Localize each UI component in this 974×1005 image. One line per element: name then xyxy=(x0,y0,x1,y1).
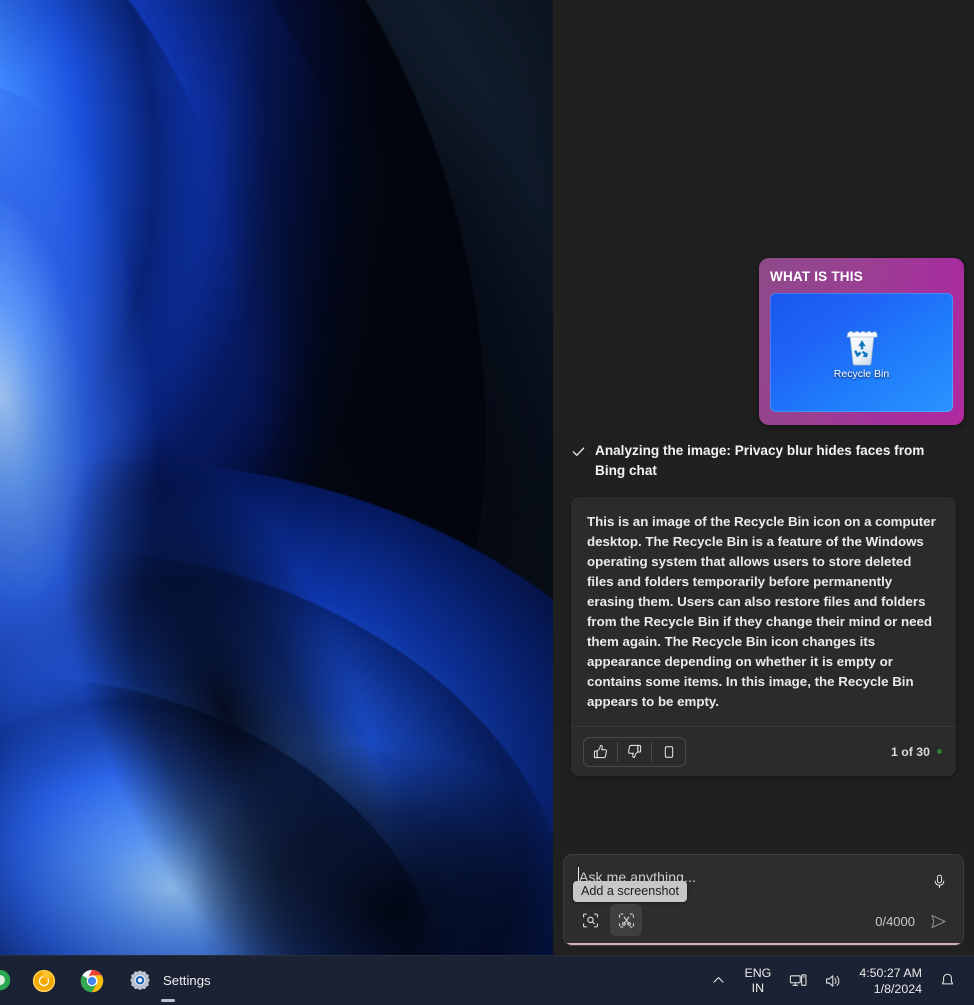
taskbar-item-chrome[interactable] xyxy=(68,956,116,1005)
language-region: IN xyxy=(744,981,771,996)
send-icon xyxy=(929,912,948,931)
composer-box[interactable]: Ask me anything... Add a screenshot xyxy=(563,854,964,946)
character-counter: 0/4000 xyxy=(875,914,915,929)
volume-button[interactable] xyxy=(816,959,851,1003)
add-screenshot-button[interactable] xyxy=(610,904,642,936)
chat-message-list[interactable]: WHAT IS THIS xyxy=(553,0,974,847)
chevron-up-icon xyxy=(711,973,726,988)
answer-action-bar: 1 of 30 xyxy=(571,726,956,776)
taskbar-item-app-green[interactable]: N xyxy=(0,956,20,1005)
bing-chat-panel: WHAT IS THIS xyxy=(553,0,974,955)
thumbs-down-button[interactable] xyxy=(618,738,651,766)
user-message-row: WHAT IS THIS xyxy=(563,258,964,425)
taskbar-item-chromium[interactable] xyxy=(20,956,68,1005)
visual-search-button[interactable] xyxy=(574,904,606,936)
notifications-button[interactable] xyxy=(931,959,964,1003)
system-tray: ENG IN xyxy=(703,956,974,1005)
composer-right-row: 0/4000 xyxy=(875,906,953,936)
assistant-answer-card: This is an image of the Recycle Bin icon… xyxy=(571,497,956,776)
analyzing-status-row: Analyzing the image: Privacy blur hides … xyxy=(571,441,958,481)
checkmark-icon xyxy=(571,444,586,459)
composer-tool-row xyxy=(574,904,642,936)
microphone-icon xyxy=(931,873,948,890)
analyzing-status-text: Analyzing the image: Privacy blur hides … xyxy=(595,441,958,481)
tray-overflow-button[interactable] xyxy=(703,959,734,1003)
user-message-card[interactable]: WHAT IS THIS xyxy=(759,258,964,425)
desktop-wallpaper[interactable] xyxy=(0,0,553,955)
taskbar-item-settings[interactable]: Settings xyxy=(116,956,221,1005)
screenshot-snip-icon xyxy=(617,911,636,930)
thumbs-up-icon xyxy=(592,743,609,760)
taskbar: N xyxy=(0,955,974,1005)
composer-accent-line xyxy=(565,943,962,945)
visual-search-icon xyxy=(581,911,600,930)
network-button[interactable] xyxy=(781,959,816,1003)
user-message-text: WHAT IS THIS xyxy=(770,269,953,284)
assistant-answer-text: This is an image of the Recycle Bin icon… xyxy=(571,497,956,726)
volume-icon xyxy=(824,972,843,990)
bell-icon xyxy=(939,972,956,989)
copy-button[interactable] xyxy=(652,738,685,766)
status-dot xyxy=(937,749,942,754)
send-button[interactable] xyxy=(923,906,953,936)
settings-gear-icon xyxy=(126,967,154,995)
response-pager: 1 of 30 xyxy=(891,745,942,759)
clock[interactable]: 4:50:27 AM 1/8/2024 xyxy=(851,965,931,997)
language-indicator[interactable]: ENG IN xyxy=(734,966,781,996)
network-icon xyxy=(789,972,808,990)
tooltip-add-screenshot: Add a screenshot xyxy=(573,881,687,902)
taskbar-apps: N xyxy=(0,956,221,1005)
screen-root: WHAT IS THIS xyxy=(0,0,974,1005)
chrome-icon xyxy=(78,967,106,995)
thumbs-up-button[interactable] xyxy=(584,738,617,766)
thumbnail-caption: Recycle Bin xyxy=(834,368,889,380)
chromium-icon xyxy=(30,967,58,995)
language-code: ENG xyxy=(744,966,771,981)
composer-area: Ask me anything... Add a screenshot xyxy=(563,854,964,948)
microphone-button[interactable] xyxy=(923,865,955,897)
feedback-button-group xyxy=(583,737,686,767)
attached-screenshot-thumbnail[interactable]: Recycle Bin xyxy=(770,293,953,412)
app-green-icon: N xyxy=(0,967,14,995)
recycle-bin-icon xyxy=(844,326,880,366)
thumbs-down-icon xyxy=(626,743,643,760)
pager-label: 1 of 30 xyxy=(891,745,930,759)
wallpaper-vignette xyxy=(0,0,553,955)
clock-time: 4:50:27 AM xyxy=(859,965,922,981)
active-indicator xyxy=(161,999,175,1002)
copy-icon xyxy=(661,744,677,760)
clock-date: 1/8/2024 xyxy=(859,981,922,997)
taskbar-item-label: Settings xyxy=(163,973,211,988)
